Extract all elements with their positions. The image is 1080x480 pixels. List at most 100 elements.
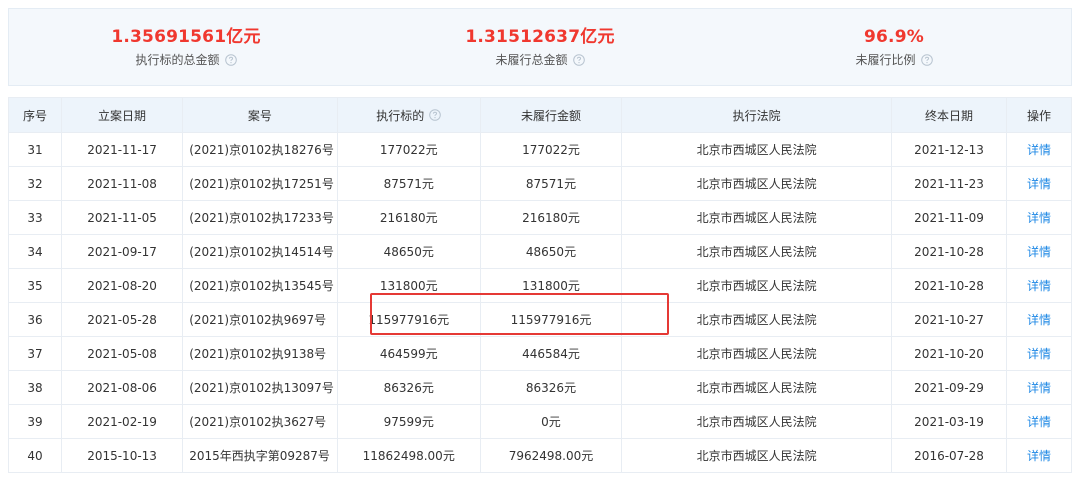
stat-label-row: 未履行总金额: [363, 51, 717, 69]
cell-court: 北京市西城区人民法院: [621, 438, 893, 473]
cell-court: 北京市西城区人民法院: [621, 370, 893, 405]
cell-filing-date: 2015-10-13: [60, 438, 184, 473]
table-header-row: 序号 立案日期 案号 执行标的 未履行金额 执行法院 终本日期 操作: [8, 97, 1073, 133]
cell-end-date: 2021-10-28: [891, 234, 1007, 269]
cell-target: 131800元: [336, 268, 481, 303]
cell-unpaid: 7962498.00元: [479, 438, 623, 473]
cell-court: 北京市西城区人民法院: [621, 268, 893, 303]
table-row: 39 2021-02-19 (2021)京0102执3627号 97599元 0元 北京市…: [8, 404, 1073, 439]
help-icon[interactable]: [920, 54, 933, 66]
cell-action: 详情: [1005, 336, 1073, 371]
stat-total-unpaid: 1.31512637亿元 未履行总金额: [363, 9, 717, 85]
cell-index: 37: [8, 336, 62, 371]
col-header-unpaid: 未履行金额: [479, 97, 623, 133]
detail-link[interactable]: 详情: [1027, 313, 1051, 327]
help-icon[interactable]: [429, 109, 442, 121]
cell-court: 北京市西城区人民法院: [621, 404, 893, 439]
detail-link[interactable]: 详情: [1027, 415, 1051, 429]
summary-panel: 1.35691561亿元 执行标的总金额 1.31512637亿元 未履行总金额…: [8, 8, 1072, 86]
cell-end-date: 2021-10-20: [891, 336, 1007, 371]
cell-action: 详情: [1005, 438, 1073, 473]
cell-court: 北京市西城区人民法院: [621, 166, 893, 201]
cell-action: 详情: [1005, 370, 1073, 405]
cell-index: 39: [8, 404, 62, 439]
col-header-filing-date: 立案日期: [60, 97, 184, 133]
cell-index: 32: [8, 166, 62, 201]
cell-target: 87571元: [336, 166, 481, 201]
stat-value: 96.9%: [864, 27, 924, 47]
detail-link[interactable]: 详情: [1027, 211, 1051, 225]
cell-filing-date: 2021-05-28: [60, 302, 184, 337]
cell-action: 详情: [1005, 302, 1073, 337]
cell-case-no: (2021)京0102执13545号: [182, 268, 338, 303]
detail-link[interactable]: 详情: [1027, 177, 1051, 191]
cell-case-no: 2015年西执字第09287号: [182, 438, 338, 473]
table-row: 33 2021-11-05 (2021)京0102执17233号 216180元 216…: [8, 200, 1073, 235]
cell-court: 北京市西城区人民法院: [621, 336, 893, 371]
cell-court: 北京市西城区人民法院: [621, 302, 893, 337]
cell-unpaid: 0元: [479, 404, 623, 439]
table-row: 34 2021-09-17 (2021)京0102执14514号 48650元 4865…: [8, 234, 1073, 269]
help-icon[interactable]: [224, 54, 237, 66]
enforcement-table: 序号 立案日期 案号 执行标的 未履行金额 执行法院 终本日期 操作 31 202…: [8, 97, 1073, 473]
cell-action: 详情: [1005, 200, 1073, 235]
cell-filing-date: 2021-08-06: [60, 370, 184, 405]
table-body: 31 2021-11-17 (2021)京0102执18276号 177022元 177…: [8, 132, 1073, 473]
cell-index: 40: [8, 438, 62, 473]
detail-link[interactable]: 详情: [1027, 245, 1051, 259]
cell-case-no: (2021)京0102执3627号: [182, 404, 338, 439]
cell-case-no: (2021)京0102执17251号: [182, 166, 338, 201]
table-row: 35 2021-08-20 (2021)京0102执13545号 131800元 131…: [8, 268, 1073, 303]
table-row: 31 2021-11-17 (2021)京0102执18276号 177022元 177…: [8, 132, 1073, 167]
detail-link[interactable]: 详情: [1027, 143, 1051, 157]
cell-end-date: 2021-03-19: [891, 404, 1007, 439]
col-header-index: 序号: [8, 97, 62, 133]
detail-link[interactable]: 详情: [1027, 449, 1051, 463]
help-icon[interactable]: [572, 54, 585, 66]
cell-court: 北京市西城区人民法院: [621, 200, 893, 235]
detail-link[interactable]: 详情: [1027, 381, 1051, 395]
table-row: 40 2015-10-13 2015年西执字第09287号 11862498.00元 7…: [8, 438, 1073, 473]
cell-action: 详情: [1005, 166, 1073, 201]
cell-index: 36: [8, 302, 62, 337]
cell-action: 详情: [1005, 132, 1073, 167]
cell-unpaid: 446584元: [479, 336, 623, 371]
col-header-target: 执行标的: [336, 97, 481, 133]
cell-end-date: 2021-12-13: [891, 132, 1007, 167]
detail-link[interactable]: 详情: [1027, 279, 1051, 293]
cell-index: 34: [8, 234, 62, 269]
detail-link[interactable]: 详情: [1027, 347, 1051, 361]
cell-filing-date: 2021-09-17: [60, 234, 184, 269]
cell-end-date: 2021-11-09: [891, 200, 1007, 235]
cell-action: 详情: [1005, 268, 1073, 303]
cell-target: 11862498.00元: [336, 438, 481, 473]
cell-unpaid: 115977916元: [479, 302, 623, 337]
cell-action: 详情: [1005, 234, 1073, 269]
cell-end-date: 2021-11-23: [891, 166, 1007, 201]
cell-filing-date: 2021-05-08: [60, 336, 184, 371]
table-row: 37 2021-05-08 (2021)京0102执9138号 464599元 4465…: [8, 336, 1073, 371]
cell-filing-date: 2021-11-08: [60, 166, 184, 201]
cell-target: 86326元: [336, 370, 481, 405]
cell-action: 详情: [1005, 404, 1073, 439]
col-header-court: 执行法院: [621, 97, 893, 133]
cell-case-no: (2021)京0102执13097号: [182, 370, 338, 405]
cell-unpaid: 216180元: [479, 200, 623, 235]
cell-end-date: 2016-07-28: [891, 438, 1007, 473]
cell-unpaid: 86326元: [479, 370, 623, 405]
cell-filing-date: 2021-08-20: [60, 268, 184, 303]
stat-unpaid-ratio: 96.9% 未履行比例: [717, 9, 1071, 85]
cell-target: 115977916元: [336, 302, 481, 337]
cell-end-date: 2021-10-27: [891, 302, 1007, 337]
cell-case-no: (2021)京0102执9697号: [182, 302, 338, 337]
cell-unpaid: 177022元: [479, 132, 623, 167]
cell-index: 38: [8, 370, 62, 405]
cell-unpaid: 131800元: [479, 268, 623, 303]
cell-filing-date: 2021-02-19: [60, 404, 184, 439]
cell-index: 33: [8, 200, 62, 235]
table-row: 38 2021-08-06 (2021)京0102执13097号 86326元 8632…: [8, 370, 1073, 405]
stat-label: 执行标的总金额: [135, 53, 220, 67]
stat-value: 1.31512637亿元: [465, 27, 615, 47]
cell-case-no: (2021)京0102执14514号: [182, 234, 338, 269]
col-header-end-date: 终本日期: [891, 97, 1007, 133]
